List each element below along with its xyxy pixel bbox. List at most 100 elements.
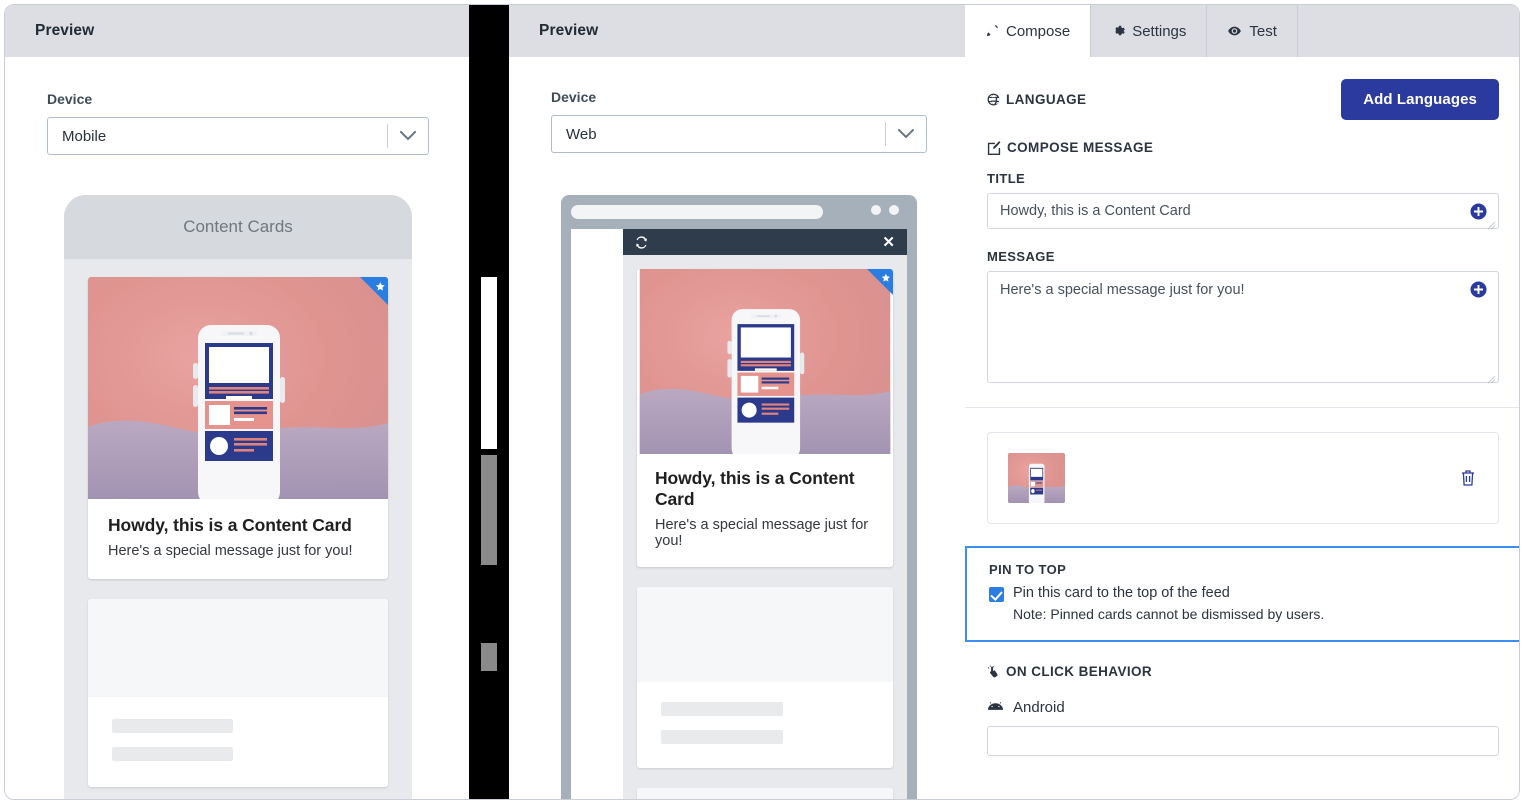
tab-compose-label: Compose [1006, 22, 1071, 40]
refresh-icon[interactable] [635, 235, 648, 249]
tab-compose[interactable]: Compose [965, 5, 1092, 57]
card-body: Here's a special message just for you! [108, 543, 353, 559]
eye-icon [1227, 24, 1242, 38]
pin-to-top-note: Note: Pinned cards cannot be dismissed b… [1013, 606, 1325, 622]
pin-to-top-heading: PIN TO TOP [989, 562, 1067, 577]
card-body: Here's a special message just for you! [655, 517, 869, 550]
title-label: TITLE [987, 171, 1026, 186]
plus-circle-icon[interactable] [1470, 203, 1487, 220]
pinned-star-badge [360, 277, 388, 305]
scrollbar-thumb[interactable] [481, 455, 497, 565]
panel-gap-scrollbar[interactable] [469, 5, 509, 799]
placeholder-card [88, 599, 388, 787]
pin-to-top-checkbox-row[interactable]: Pin this card to the top of the feed [989, 585, 1497, 602]
gear-icon [1111, 24, 1126, 38]
chevron-down-icon[interactable] [886, 129, 926, 139]
pinned-star-badge [867, 269, 893, 295]
placeholder-card [637, 587, 893, 769]
compose-heading-row: COMPOSE MESSAGE [987, 140, 1499, 155]
card-title: Howdy, this is a Content Card [108, 515, 352, 535]
on-click-heading-row: ON CLICK BEHAVIOR [987, 664, 1499, 679]
app-frame: Preview Device Mobile Content Cards Howd… [4, 4, 1520, 800]
globe-icon [987, 93, 1000, 106]
resize-grip-icon[interactable] [1487, 217, 1496, 230]
card-text: Howdy, this is a Content Card Here's a s… [637, 454, 893, 567]
android-icon [987, 701, 1004, 714]
pin-to-top-checkbox-label: Pin this card to the top of the feed [1013, 585, 1230, 601]
web-feed-list: Howdy, this is a Content Card Here's a s… [623, 255, 907, 799]
browser-window-dots [871, 205, 899, 215]
browser-mockup: ✕ Howdy, this is a Content Card Here's a… [561, 195, 917, 799]
web-feed-toolbar: ✕ [623, 229, 907, 255]
card-image [88, 277, 388, 499]
tabs-filler [1298, 5, 1519, 57]
chevron-down-icon[interactable] [388, 131, 428, 141]
platform-row-android: Android [987, 699, 1499, 716]
language-heading: LANGUAGE [1006, 92, 1087, 107]
editor-panel: Compose Settings Test LANGUAGE Add Langu… [965, 5, 1519, 799]
language-heading-row: LANGUAGE [987, 92, 1086, 107]
placeholder-card [637, 788, 893, 799]
card-image [637, 269, 893, 455]
mobile-device-select[interactable]: Mobile [47, 117, 429, 155]
on-click-android-select[interactable] [987, 726, 1499, 756]
resize-grip-icon[interactable] [1487, 371, 1496, 384]
mobile-device-value: Mobile [62, 127, 107, 145]
pin-to-top-checkbox[interactable] [989, 587, 1004, 602]
mobile-content-card[interactable]: Howdy, this is a Content Card Here's a s… [88, 277, 388, 579]
plus-circle-icon[interactable] [1470, 281, 1487, 298]
tab-settings[interactable]: Settings [1091, 5, 1208, 57]
web-preview-header: Preview [509, 5, 965, 57]
section-divider [965, 407, 1519, 408]
image-upload-box [987, 432, 1499, 524]
compose-icon [987, 140, 1001, 155]
language-section: LANGUAGE Add Languages [965, 57, 1519, 120]
web-device-mockup: ✕ Howdy, this is a Content Card Here's a… [561, 195, 917, 799]
message-textarea[interactable] [987, 271, 1499, 383]
image-thumbnail[interactable] [1008, 453, 1065, 503]
web-device-label: Device [551, 89, 597, 105]
tab-test[interactable]: Test [1207, 5, 1298, 57]
web-preview-panel: Preview Device Web ✕ Howdy, this is a Co… [509, 5, 965, 799]
mobile-feed-title: Content Cards [183, 217, 293, 236]
web-content-card-feed: ✕ Howdy, this is a Content Card Here's a… [623, 229, 907, 799]
add-languages-button[interactable]: Add Languages [1341, 79, 1499, 120]
browser-urlbar [571, 205, 823, 219]
scrollbar-segment-gray[interactable] [481, 643, 497, 671]
card-title: Howdy, this is a Content Card [655, 468, 855, 510]
title-input[interactable] [987, 193, 1499, 229]
on-click-heading: ON CLICK BEHAVIOR [1006, 664, 1153, 679]
web-preview-body: Device Web ✕ Howdy, this is a Content Ca… [509, 57, 965, 799]
platform-label-android: Android [1013, 699, 1065, 716]
mobile-preview-header: Preview [5, 5, 469, 57]
tab-test-label: Test [1249, 22, 1277, 40]
pencil-icon [985, 24, 999, 38]
card-text: Howdy, this is a Content Card Here's a s… [88, 499, 388, 579]
browser-viewport: ✕ Howdy, this is a Content Card Here's a… [571, 229, 907, 799]
title-field-wrap [987, 193, 1499, 230]
scrollbar-segment-light[interactable] [481, 277, 497, 449]
trash-icon[interactable] [1460, 469, 1476, 487]
web-preview-title: Preview [539, 22, 599, 39]
pin-to-top-section: PIN TO TOP Pin this card to the top of t… [965, 546, 1519, 642]
mobile-preview-title: Preview [35, 22, 95, 39]
mobile-preview-panel: Preview Device Mobile Content Cards Howd… [5, 5, 469, 799]
mobile-preview-body: Device Mobile Content Cards Howdy, this … [5, 57, 469, 799]
web-device-select[interactable]: Web [551, 115, 927, 153]
web-content-card[interactable]: Howdy, this is a Content Card Here's a s… [637, 269, 893, 568]
web-device-value: Web [566, 125, 597, 143]
compose-heading: COMPOSE MESSAGE [1007, 140, 1154, 155]
on-click-behavior-section: ON CLICK BEHAVIOR Android [965, 642, 1519, 756]
mobile-device-label: Device [47, 91, 93, 107]
compose-message-section: COMPOSE MESSAGE TITLE MESSAGE [965, 120, 1519, 384]
message-label: MESSAGE [987, 249, 1055, 264]
editor-tabs: Compose Settings Test [965, 5, 1519, 57]
mobile-feed-header: Content Cards [64, 195, 412, 259]
click-hand-icon [987, 665, 1000, 679]
tab-settings-label: Settings [1132, 22, 1187, 40]
mobile-feed: Howdy, this is a Content Card Here's a s… [64, 259, 412, 799]
close-icon[interactable]: ✕ [882, 235, 895, 250]
mobile-device-mockup: Content Cards Howdy, this is a Content C… [64, 195, 412, 799]
message-field-wrap [987, 271, 1499, 384]
app-screenshot: Preview Device Mobile Content Cards Howd… [0, 0, 1524, 804]
